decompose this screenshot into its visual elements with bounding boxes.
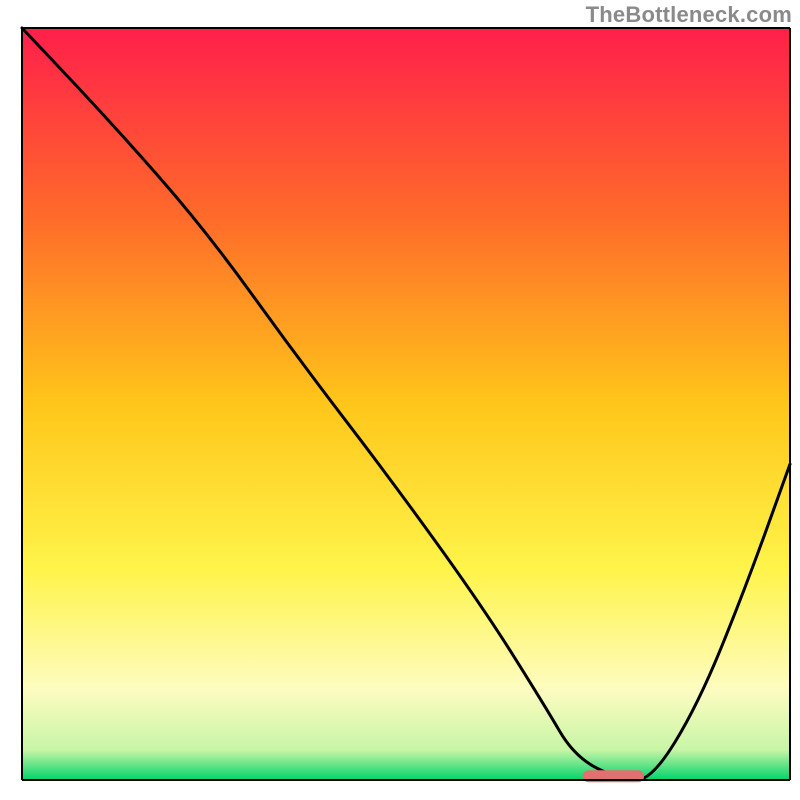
chart-container: TheBottleneck.com — [0, 0, 800, 800]
watermark-text: TheBottleneck.com — [586, 2, 792, 28]
chart-background — [22, 28, 790, 780]
bottleneck-chart — [0, 0, 800, 800]
